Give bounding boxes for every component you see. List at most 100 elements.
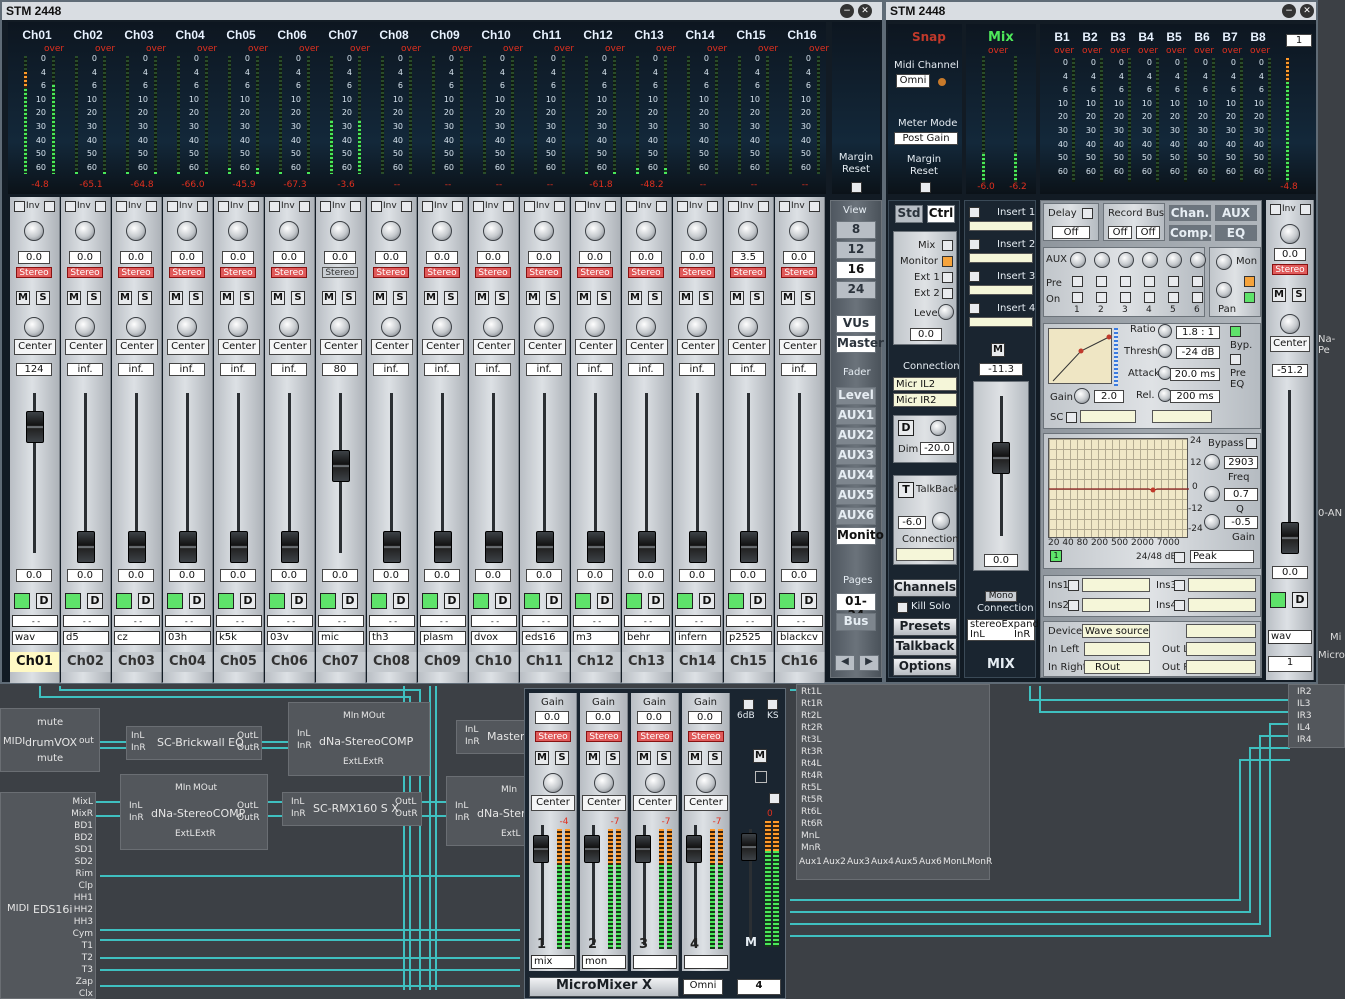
mute-button[interactable]: M	[118, 291, 132, 305]
minimize-icon[interactable]: −	[840, 4, 854, 18]
strip-on-button[interactable]	[779, 593, 795, 609]
mute-button[interactable]: M	[271, 291, 285, 305]
ratio-knob[interactable]	[1158, 324, 1172, 338]
pan-value[interactable]: Center	[371, 339, 413, 355]
pan-knob[interactable]	[279, 317, 299, 337]
insert-slot[interactable]: - -	[777, 615, 823, 627]
gain-value[interactable]: 0.0	[426, 251, 458, 264]
insert-field[interactable]	[969, 317, 1033, 327]
ins2-check[interactable]	[1068, 600, 1079, 611]
stereo-button[interactable]: Stereo	[271, 267, 307, 278]
micro-master-fader[interactable]	[741, 833, 757, 861]
talkback-toggle[interactable]: T	[898, 482, 914, 498]
solo-button[interactable]: S	[1292, 288, 1306, 302]
mon-on-check[interactable]	[1244, 292, 1255, 303]
comp-bypass-check[interactable]	[1230, 354, 1241, 365]
talkback-value[interactable]: -6.0	[898, 516, 926, 529]
pan-knob[interactable]	[381, 317, 401, 337]
fader-value[interactable]: 0.0	[628, 569, 664, 582]
aux-tab[interactable]: AUX	[1215, 205, 1257, 221]
mix-fader-value[interactable]: 0.0	[984, 554, 1018, 567]
direct-out-button[interactable]: D	[189, 593, 205, 609]
mix-source-check[interactable]	[942, 240, 953, 251]
pan-value[interactable]: Center	[473, 339, 515, 355]
level-value[interactable]: inf.	[781, 363, 817, 376]
mute-button[interactable]: M	[628, 291, 642, 305]
stereo-button[interactable]: Stereo	[424, 267, 460, 278]
channel-name-field[interactable]: m3	[573, 631, 619, 645]
fader-mode-button[interactable]: AUX4	[836, 467, 876, 485]
pan-value[interactable]: Center	[65, 339, 107, 355]
next-page-icon[interactable]: ▶	[859, 655, 879, 671]
gain-value[interactable]: 0.0	[630, 251, 662, 264]
sidechain-field-left[interactable]	[1080, 410, 1136, 423]
phase-check[interactable]	[95, 201, 106, 212]
mon-pan-knob[interactable]	[1216, 282, 1232, 298]
fader-handle[interactable]	[584, 835, 600, 863]
fader-handle[interactable]	[281, 531, 299, 563]
level-value[interactable]: inf.	[373, 363, 409, 376]
solo-button[interactable]: S	[342, 291, 356, 305]
solo-button[interactable]: S	[240, 291, 254, 305]
insert-field[interactable]	[969, 253, 1033, 263]
connection-left-field[interactable]: Micr IL2	[893, 377, 957, 391]
solo-button[interactable]: S	[36, 291, 50, 305]
mono-button[interactable]: Mono	[985, 591, 1017, 602]
window-title[interactable]: STM 2448	[886, 2, 1316, 20]
stereo-button[interactable]: Stereo	[577, 267, 613, 278]
eq-type-select[interactable]: Peak	[1190, 550, 1254, 563]
six-db-check[interactable]	[743, 699, 754, 710]
phase-check[interactable]	[554, 201, 565, 212]
pan-knob[interactable]	[738, 317, 758, 337]
strip-on-button[interactable]	[116, 593, 132, 609]
strip-page-select[interactable]: 1	[1268, 656, 1312, 672]
level-value[interactable]: inf.	[220, 363, 256, 376]
pan-knob[interactable]	[696, 773, 716, 793]
direct-out-button[interactable]: D	[801, 593, 817, 609]
solo-button[interactable]: S	[291, 291, 305, 305]
aux-on-check[interactable]	[1144, 292, 1155, 303]
view-option-button[interactable]: 12	[836, 241, 876, 259]
phase-check[interactable]	[656, 201, 667, 212]
inv-check[interactable]	[116, 201, 127, 212]
aux-send-knob[interactable]	[1118, 252, 1134, 268]
phase-check[interactable]	[44, 201, 55, 212]
drumvox-module[interactable]: mute MIDI drumVOX out mute	[0, 708, 100, 772]
ins1-field[interactable]	[1082, 578, 1150, 592]
channel-name-field[interactable]: behr	[624, 631, 670, 645]
monitor-level-value[interactable]: 0.0	[910, 328, 942, 341]
aux-pre-check[interactable]	[1168, 276, 1179, 287]
inv-check[interactable]	[728, 201, 739, 212]
solo-button[interactable]: S	[189, 291, 203, 305]
stereo-button[interactable]: Stereo	[535, 731, 571, 742]
mute-button[interactable]: M	[475, 291, 489, 305]
level-value[interactable]: inf.	[628, 363, 664, 376]
phase-check[interactable]	[401, 201, 412, 212]
sidechain-field-right[interactable]	[1152, 410, 1212, 423]
fader-handle[interactable]	[383, 531, 401, 563]
insert-slot[interactable]: - -	[573, 615, 619, 627]
gain-knob[interactable]	[687, 221, 707, 241]
close-icon[interactable]: ✕	[1300, 4, 1314, 18]
ins3-field[interactable]	[1188, 578, 1256, 592]
fader-value[interactable]: 0.0	[373, 569, 409, 582]
strip-on-button[interactable]	[1270, 592, 1286, 608]
fader-handle[interactable]	[1281, 522, 1299, 554]
comp-on-check[interactable]	[1230, 326, 1241, 337]
brickwall-module[interactable]: InL InR SC-Brickwall EQ OutL OutR	[126, 726, 262, 760]
insert-slot[interactable]: - -	[12, 615, 58, 627]
solo-button[interactable]: S	[555, 751, 569, 765]
gain-knob[interactable]	[228, 221, 248, 241]
ctrl-tab[interactable]: Ctrl	[927, 205, 955, 223]
strip-on-button[interactable]	[728, 593, 744, 609]
channel-name-field[interactable]: p2525	[726, 631, 772, 645]
pan-value[interactable]: Center	[269, 339, 311, 355]
device-field-right[interactable]	[1186, 624, 1256, 638]
phase-check[interactable]	[146, 201, 157, 212]
gain-knob[interactable]	[330, 221, 350, 241]
pan-value[interactable]: Center	[626, 339, 668, 355]
solo-button[interactable]: S	[393, 291, 407, 305]
dim-toggle[interactable]: D	[898, 420, 914, 436]
fader-handle[interactable]	[230, 531, 248, 563]
gain-value[interactable]: 0.0	[324, 251, 356, 264]
